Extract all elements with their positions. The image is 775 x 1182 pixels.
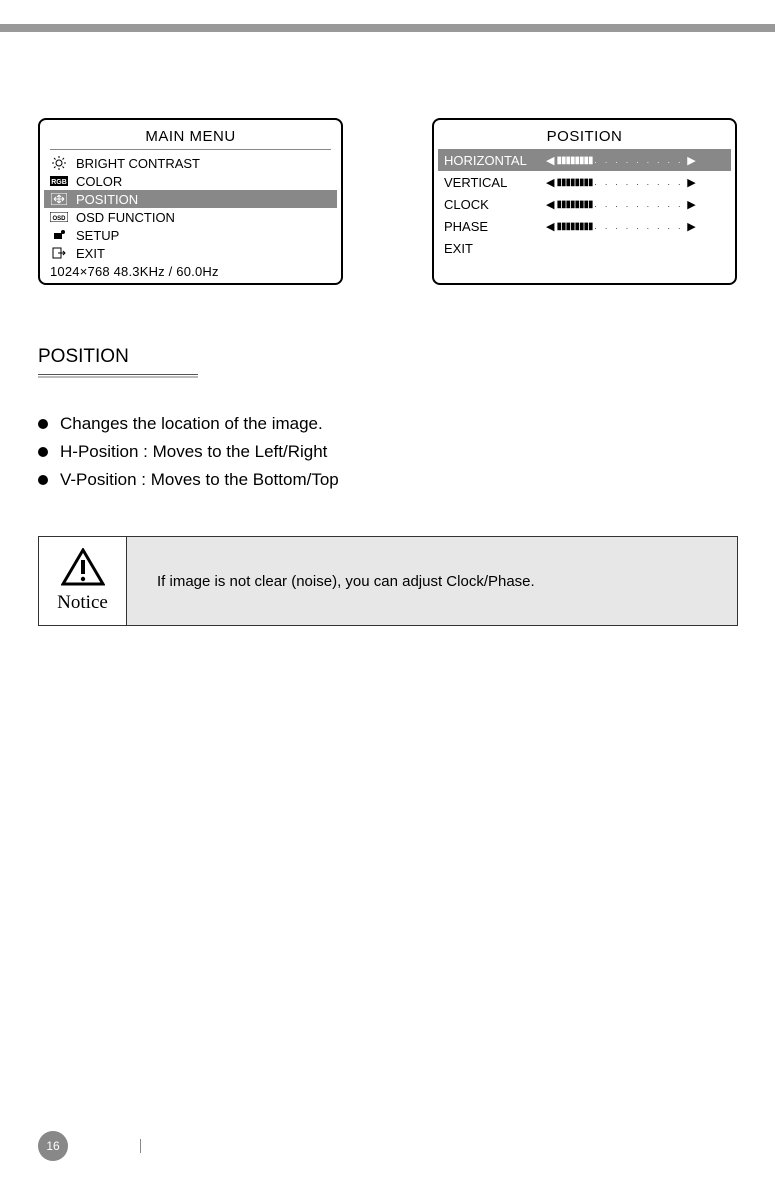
position-item-label: PHASE — [444, 219, 544, 234]
svg-text:OSD: OSD — [52, 216, 66, 222]
title-underline — [50, 149, 331, 150]
left-arrow-icon: ◀ — [544, 220, 556, 233]
bullet-item: H-Position : Moves to the Left/Right — [38, 442, 339, 462]
notice-label: Notice — [57, 592, 108, 614]
position-panel-title: POSITION — [438, 126, 731, 149]
osd-panels-row: MAIN MENU BRIGHT CONTRAST RGB COLOR POSI… — [38, 118, 737, 285]
slider-fill: ▮▮▮▮▮▮▮▮ — [556, 221, 592, 232]
bullet-item: V-Position : Moves to the Bottom/Top — [38, 470, 339, 490]
position-item-label: HORIZONTAL — [444, 153, 544, 168]
notice-left: Notice — [39, 537, 127, 625]
menu-item-osd-function[interactable]: OSD OSD FUNCTION — [44, 208, 337, 226]
menu-item-label: COLOR — [76, 174, 122, 189]
position-item-exit[interactable]: EXIT — [438, 237, 731, 259]
slider-fill: ▮▮▮▮▮▮▮▮ — [556, 177, 592, 188]
slider[interactable]: ◀ ▮▮▮▮▮▮▮▮ . . . . . . . . . ▶ — [544, 198, 698, 211]
slider-dots: . . . . . . . . . — [593, 200, 686, 209]
notice-text: If image is not clear (noise), you can a… — [127, 537, 737, 625]
bullet-dot-icon — [38, 419, 48, 429]
main-menu-panel: MAIN MENU BRIGHT CONTRAST RGB COLOR POSI… — [38, 118, 343, 285]
exit-icon — [48, 246, 70, 260]
menu-item-label: OSD FUNCTION — [76, 210, 175, 225]
menu-item-label: POSITION — [76, 192, 138, 207]
menu-item-label: EXIT — [76, 246, 105, 261]
left-arrow-icon: ◀ — [544, 198, 556, 211]
osd-icon: OSD — [48, 210, 70, 224]
section-underline — [38, 374, 198, 378]
right-arrow-icon: ▶ — [685, 198, 697, 211]
right-arrow-icon: ▶ — [685, 220, 697, 233]
slider-fill: ▮▮▮▮▮▮▮▮ — [556, 199, 592, 210]
bullet-text: V-Position : Moves to the Bottom/Top — [60, 470, 339, 490]
slider-fill: ▮▮▮▮▮▮▮▮ — [556, 155, 592, 166]
bullet-dot-icon — [38, 447, 48, 457]
menu-item-exit[interactable]: EXIT — [44, 244, 337, 262]
footer-separator — [140, 1139, 141, 1153]
slider[interactable]: ◀ ▮▮▮▮▮▮▮▮ . . . . . . . . . ▶ — [544, 220, 698, 233]
position-item-phase[interactable]: PHASE ◀ ▮▮▮▮▮▮▮▮ . . . . . . . . . ▶ — [438, 215, 731, 237]
position-item-horizontal[interactable]: HORIZONTAL ◀ ▮▮▮▮▮▮▮▮ . . . . . . . . . … — [438, 149, 731, 171]
position-icon — [48, 192, 70, 206]
warning-icon — [61, 548, 105, 592]
notice-box: Notice If image is not clear (noise), yo… — [38, 536, 738, 626]
bullet-text: H-Position : Moves to the Left/Right — [60, 442, 327, 462]
bullet-text: Changes the location of the image. — [60, 414, 323, 434]
position-item-label: VERTICAL — [444, 175, 544, 190]
section-heading: POSITION — [38, 346, 129, 368]
menu-item-position[interactable]: POSITION — [44, 190, 337, 208]
slider-dots: . . . . . . . . . — [593, 222, 686, 231]
page-number: 16 — [38, 1131, 68, 1161]
slider[interactable]: ◀ ▮▮▮▮▮▮▮▮ . . . . . . . . . ▶ — [544, 176, 698, 189]
rgb-icon: RGB — [48, 174, 70, 188]
menu-item-label: SETUP — [76, 228, 119, 243]
brightness-icon — [48, 156, 70, 170]
position-item-label: EXIT — [444, 241, 544, 256]
bullet-item: Changes the location of the image. — [38, 414, 339, 434]
slider-dots: . . . . . . . . . — [593, 156, 686, 165]
svg-text:RGB: RGB — [51, 179, 67, 186]
left-arrow-icon: ◀ — [544, 154, 556, 167]
slider[interactable]: ◀ ▮▮▮▮▮▮▮▮ . . . . . . . . . ▶ — [544, 154, 698, 167]
right-arrow-icon: ▶ — [685, 154, 697, 167]
position-item-label: CLOCK — [444, 197, 544, 212]
menu-item-setup[interactable]: SETUP — [44, 226, 337, 244]
footer: 16 — [38, 1132, 775, 1160]
menu-item-bright-contrast[interactable]: BRIGHT CONTRAST — [44, 154, 337, 172]
main-menu-title: MAIN MENU — [44, 126, 337, 149]
position-item-clock[interactable]: CLOCK ◀ ▮▮▮▮▮▮▮▮ . . . . . . . . . ▶ — [438, 193, 731, 215]
position-panel: POSITION HORIZONTAL ◀ ▮▮▮▮▮▮▮▮ . . . . .… — [432, 118, 737, 285]
bullet-list: Changes the location of the image. H-Pos… — [38, 414, 339, 498]
setup-icon — [48, 228, 70, 242]
top-bar — [0, 24, 775, 32]
slider-dots: . . . . . . . . . — [593, 178, 686, 187]
menu-item-label: BRIGHT CONTRAST — [76, 156, 200, 171]
resolution-status: 1024×768 48.3KHz / 60.0Hz — [44, 262, 337, 279]
bullet-dot-icon — [38, 475, 48, 485]
position-item-vertical[interactable]: VERTICAL ◀ ▮▮▮▮▮▮▮▮ . . . . . . . . . ▶ — [438, 171, 731, 193]
right-arrow-icon: ▶ — [685, 176, 697, 189]
menu-item-color[interactable]: RGB COLOR — [44, 172, 337, 190]
left-arrow-icon: ◀ — [544, 176, 556, 189]
